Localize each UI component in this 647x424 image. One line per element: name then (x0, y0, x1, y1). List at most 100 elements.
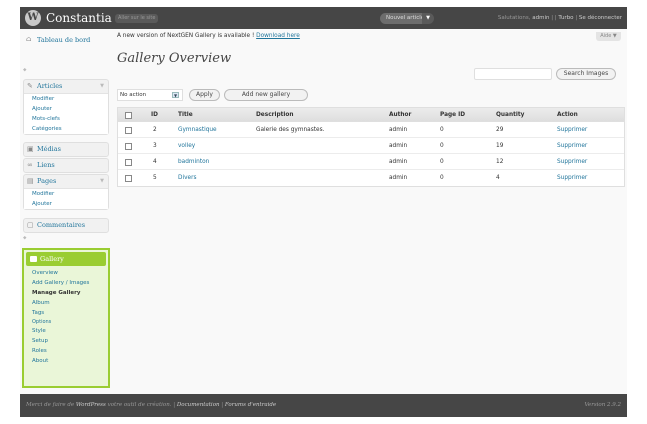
turbo-link[interactable]: Turbo (558, 15, 573, 21)
gallery-item-about[interactable]: About (24, 356, 108, 366)
footer-text: votre outil de création. | (107, 402, 176, 408)
column-header-description: Description (256, 112, 294, 118)
select-all-checkbox[interactable] (125, 112, 132, 119)
gallery-item-tags[interactable]: Tags (24, 308, 108, 318)
delete-link[interactable]: Supprimer (557, 154, 587, 169)
add-new-gallery-button[interactable]: Add new gallery (224, 89, 308, 101)
admin-frame: W Constantia Aller sur le site Nouvel ar… (20, 7, 627, 417)
delete-link[interactable]: Supprimer (557, 138, 587, 153)
separator: | (221, 402, 224, 408)
row-quantity: 12 (496, 159, 504, 165)
row-checkbox[interactable] (125, 127, 132, 134)
row-description: Galerie des gymnastes. (256, 127, 325, 133)
gallery-item-style[interactable]: Style (24, 326, 108, 336)
row-page-id: 0 (440, 143, 444, 149)
sidebar-item-links[interactable]: ∞ Liens (23, 158, 109, 173)
row-id: 2 (153, 127, 157, 133)
row-checkbox[interactable] (125, 159, 132, 166)
admin-sidebar: ⌂ Tableau de bord ⬥ ✎ Articles ▼ Modifie… (20, 29, 112, 394)
articles-submenu: Modifier Ajouter Mots-clefs Catégories (24, 93, 108, 134)
comment-icon: ▢ (27, 221, 34, 229)
row-checkbox[interactable] (125, 143, 132, 150)
gallery-item-setup[interactable]: Setup (24, 336, 108, 346)
sidebar-item-articles[interactable]: ✎ Articles ▼ (24, 80, 108, 93)
search-images-button[interactable]: Search Images (556, 68, 616, 80)
column-header-id: ID (151, 112, 158, 118)
chevron-down-icon[interactable]: ▼ (172, 92, 179, 98)
user-links: Salutations, admin | | Turbo | Se déconn… (498, 14, 622, 23)
admin-header: W Constantia Aller sur le site Nouvel ar… (20, 7, 627, 29)
gallery-item-roles[interactable]: Roles (24, 346, 108, 356)
sidebar-item-comments[interactable]: ▢ Commentaires (23, 218, 109, 233)
bulk-action-select[interactable]: No action ▼ (117, 89, 183, 101)
chevron-down-icon[interactable]: ▼ (422, 13, 434, 24)
sidebar-item-pages[interactable]: ▤ Pages ▼ (24, 175, 108, 188)
submenu-item-edit[interactable]: Modifier (24, 189, 108, 199)
gallery-item-options[interactable]: Options (24, 318, 108, 326)
table-row: 4 badminton admin 0 12 Supprimer (118, 154, 624, 170)
row-author: admin (389, 127, 408, 133)
logout-link[interactable]: Se déconnecter (579, 15, 622, 21)
greeting-text: Salutations, (497, 15, 531, 21)
separator: | | (551, 15, 557, 21)
row-page-id: 0 (440, 175, 444, 181)
row-checkbox[interactable] (125, 175, 132, 182)
user-profile-link[interactable]: admin (532, 15, 549, 21)
update-notice: A new version of NextGEN Gallery is avai… (117, 33, 300, 39)
table-row: 5 Divers admin 0 4 Supprimer (118, 170, 624, 186)
pages-submenu: Modifier Ajouter (24, 188, 108, 209)
link-icon: ∞ (27, 161, 33, 169)
download-link[interactable]: Download here (256, 33, 300, 39)
sidebar-menu-pages: ▤ Pages ▼ Modifier Ajouter (23, 174, 109, 210)
submenu-item-categories[interactable]: Catégories (24, 124, 108, 134)
gallery-title-link[interactable]: Divers (178, 170, 196, 186)
column-header-action: Action (557, 112, 578, 118)
submenu-item-edit[interactable]: Modifier (24, 94, 108, 104)
gallery-item-manage-gallery[interactable]: Manage Gallery (24, 288, 108, 298)
forums-link[interactable]: Forums d'entraide (225, 402, 276, 408)
sidebar-item-label: Gallery (40, 255, 64, 263)
sidebar-item-media[interactable]: ▣ Médias (23, 142, 109, 157)
submenu-item-add[interactable]: Ajouter (24, 104, 108, 114)
submenu-item-add[interactable]: Ajouter (24, 199, 108, 209)
row-author: admin (389, 175, 408, 181)
row-id: 3 (153, 143, 157, 149)
pin-icon: ✎ (27, 82, 33, 90)
row-quantity: 4 (496, 175, 500, 181)
gallery-item-overview[interactable]: Overview (24, 268, 108, 278)
gallery-item-add-gallery[interactable]: Add Gallery / Images (24, 278, 108, 288)
chevron-down-icon[interactable]: ▼ (100, 80, 104, 93)
chevron-down-icon[interactable]: ▼ (100, 175, 104, 188)
help-button[interactable]: Aide ▼ (596, 32, 621, 41)
search-input[interactable] (474, 68, 552, 80)
documentation-link[interactable]: Documentation (177, 402, 220, 408)
table-row: 2 Gymnastique Galerie des gymnastes. adm… (118, 122, 624, 138)
media-icon: ▣ (27, 145, 34, 153)
bulk-action-value: No action (120, 92, 147, 98)
row-page-id: 0 (440, 159, 444, 165)
delete-link[interactable]: Supprimer (557, 122, 587, 137)
gallery-item-album[interactable]: Album (24, 298, 108, 308)
submenu-item-tags[interactable]: Mots-clefs (24, 114, 108, 124)
row-page-id: 0 (440, 127, 444, 133)
gallery-table: ID Title Description Author Page ID Quan… (117, 107, 625, 187)
visit-site-button[interactable]: Aller sur le site (115, 14, 159, 23)
admin-footer: Merci de faire de WordPress votre outil … (20, 394, 627, 417)
delete-link[interactable]: Supprimer (557, 170, 587, 186)
sidebar-item-label: Articles (37, 82, 63, 90)
wordpress-logo-icon[interactable]: W (25, 10, 41, 26)
sidebar-item-label: Commentaires (37, 221, 86, 229)
wordpress-link[interactable]: WordPress (76, 402, 106, 408)
gallery-title-link[interactable]: badminton (178, 154, 209, 169)
sidebar-item-gallery[interactable]: Gallery (26, 252, 106, 266)
row-quantity: 29 (496, 127, 504, 133)
row-quantity: 19 (496, 143, 504, 149)
gallery-title-link[interactable]: volley (178, 138, 195, 153)
footer-text: Merci de faire de (26, 402, 75, 408)
site-title[interactable]: Constantia (46, 10, 112, 26)
apply-button[interactable]: Apply (189, 89, 220, 101)
gallery-title-link[interactable]: Gymnastique (178, 122, 217, 137)
sidebar-item-dashboard[interactable]: ⌂ Tableau de bord (23, 33, 109, 55)
table-row: 3 volley admin 0 19 Supprimer (118, 138, 624, 154)
table-header: ID Title Description Author Page ID Quan… (118, 108, 624, 122)
